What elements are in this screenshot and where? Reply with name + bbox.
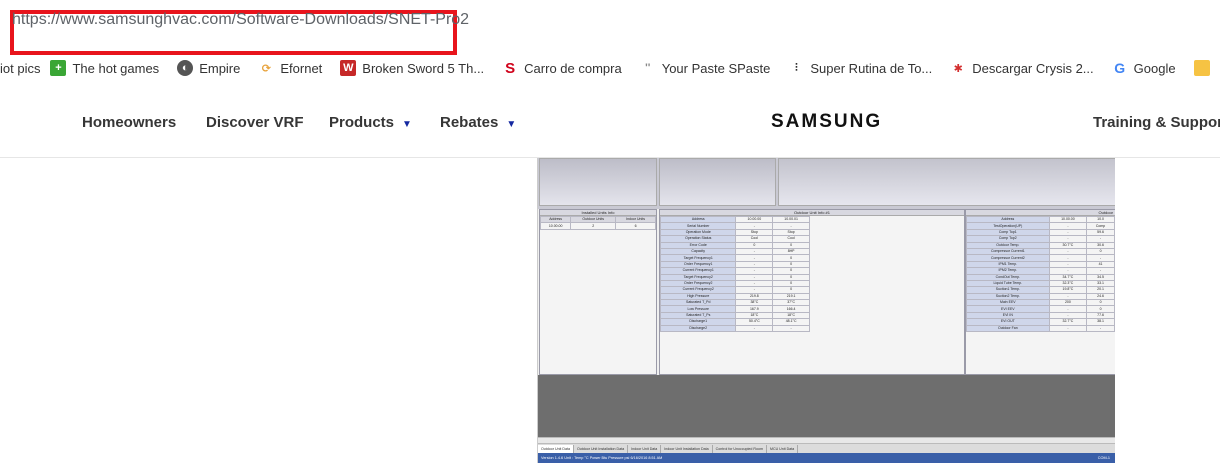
row-value: - <box>1086 324 1115 333</box>
bookmark-google[interactable]: G Google <box>1112 60 1175 76</box>
site-navigation: Homeowners Discover VRF Products ▼ Rebate… <box>0 84 1220 158</box>
paste-icon: '' <box>645 62 651 74</box>
row-value: - <box>1048 324 1088 333</box>
folder-icon <box>1193 60 1210 76</box>
dumbbell-icon: ⫶ <box>795 61 798 74</box>
caret-down-icon: ▼ <box>402 119 412 130</box>
outdoor-data-row: Discharge2- - <box>659 324 810 333</box>
row-label: Outdoor Fan <box>966 324 1050 333</box>
empty-graph-area <box>538 375 1115 437</box>
tab-outdoor-unit-data[interactable]: Outdoor Unit Data <box>538 444 574 453</box>
outdoor-unit-panel-2: Outdoor Address 10.00.00 10.0 TestOperation… <box>965 209 1115 375</box>
url-path: /Software-Downloads/SNET-Pro2 <box>231 11 470 28</box>
tab-outdoor-installation[interactable]: Outdoor Unit Installation Data <box>574 444 629 453</box>
globe-icon: ◐ <box>177 60 194 76</box>
bookmark-empire[interactable]: ◐ Empire <box>177 60 240 76</box>
installed-units-panel: Installed Units Info Address Outdoor Unit… <box>539 209 657 375</box>
status-text: Version 1.4.6 Unit : Temp °C Power Btu P… <box>541 456 663 460</box>
bookmark-your-paste[interactable]: '' Your Paste SPaste <box>640 60 770 76</box>
row-label: Discharge2 <box>659 324 737 333</box>
tab-mcu-unit-data[interactable]: MCU Unit Data <box>767 444 799 453</box>
bs-icon: W <box>340 60 357 76</box>
app-status-bar: Version 1.4.6 Unit : Temp °C Power Btu P… <box>538 453 1115 463</box>
nav-products[interactable]: Products ▼ <box>329 114 412 131</box>
nav-discover-vrf[interactable]: Discover VRF <box>206 114 304 131</box>
bookmark-carro[interactable]: S Carro de compra <box>502 59 622 77</box>
bookmark-iot-pics[interactable]: iot pics <box>0 61 40 76</box>
snet-pro2-screenshot: Installed Units Info Address Outdoor Unit… <box>537 158 1115 463</box>
url-text[interactable]: https://www.samsunghvac.com/Software-Dow… <box>12 11 469 29</box>
crysis-icon: ✱ <box>953 62 963 75</box>
tab-indoor-installation[interactable]: Indoor Unit Installation Data <box>661 444 713 453</box>
row-value: - <box>772 324 810 333</box>
bookmarks-bar: iot pics + The hot games ◐ Empire ⟳ Efornet… <box>0 56 1220 80</box>
google-icon: G <box>1114 60 1126 76</box>
bookmark-crysis[interactable]: ✱ Descargar Crysis 2... <box>950 60 1094 76</box>
nav-homeowners[interactable]: Homeowners <box>82 114 176 131</box>
outdoor-unit-panel: Outdoor Unit Info #1 Address 10.00.00 10.0… <box>659 209 965 375</box>
app-header-panels <box>538 158 1115 209</box>
plus-icon: + <box>50 60 67 76</box>
outdoor-unit-table-2: Address 10.00.00 10.0 TestOperation(UP) - Com… <box>966 215 1115 333</box>
tab-unoccupied-room[interactable]: Control for Unoccupied Room <box>713 444 767 453</box>
samsung-logo[interactable]: SAMSUNG <box>771 111 882 133</box>
row-value: - <box>735 324 774 333</box>
bookmark-super-rutina[interactable]: ⫶ Super Rutina de To... <box>788 60 932 76</box>
tab-indoor-unit-data[interactable]: Indoor Unit Data <box>628 444 662 453</box>
outdoor2-data-row: Outdoor Fan - - <box>966 324 1115 333</box>
installed-units-table: Address Outdoor Units Indoor Units 10.00.0… <box>539 215 656 230</box>
nav-rebates[interactable]: Rebates ▼ <box>440 114 516 131</box>
bookmark-folder[interactable] <box>1193 60 1216 76</box>
s-icon: S <box>505 59 516 77</box>
address-bar[interactable]: https://www.samsunghvac.com/Software-Dow… <box>0 0 1220 56</box>
app-tabs: Outdoor Unit Data Outdoor Unit Installat… <box>538 443 1115 453</box>
bookmark-hot-games[interactable]: + The hot games <box>50 60 159 76</box>
nav-training-support[interactable]: Training & Support <box>1093 114 1220 131</box>
bookmark-efornet[interactable]: ⟳ Efornet <box>258 60 323 76</box>
caret-down-icon: ▼ <box>506 119 517 130</box>
bookmark-broken-sword[interactable]: W Broken Sword 5 Th... <box>340 60 484 76</box>
url-domain: https://www.samsunghvac.com <box>12 11 232 28</box>
efornet-icon: ⟳ <box>261 62 271 75</box>
status-com: COM-1 <box>1097 456 1110 460</box>
outdoor-unit-table: Address 10.00.00 10.00.01 Serial Number - - Op… <box>659 215 810 333</box>
